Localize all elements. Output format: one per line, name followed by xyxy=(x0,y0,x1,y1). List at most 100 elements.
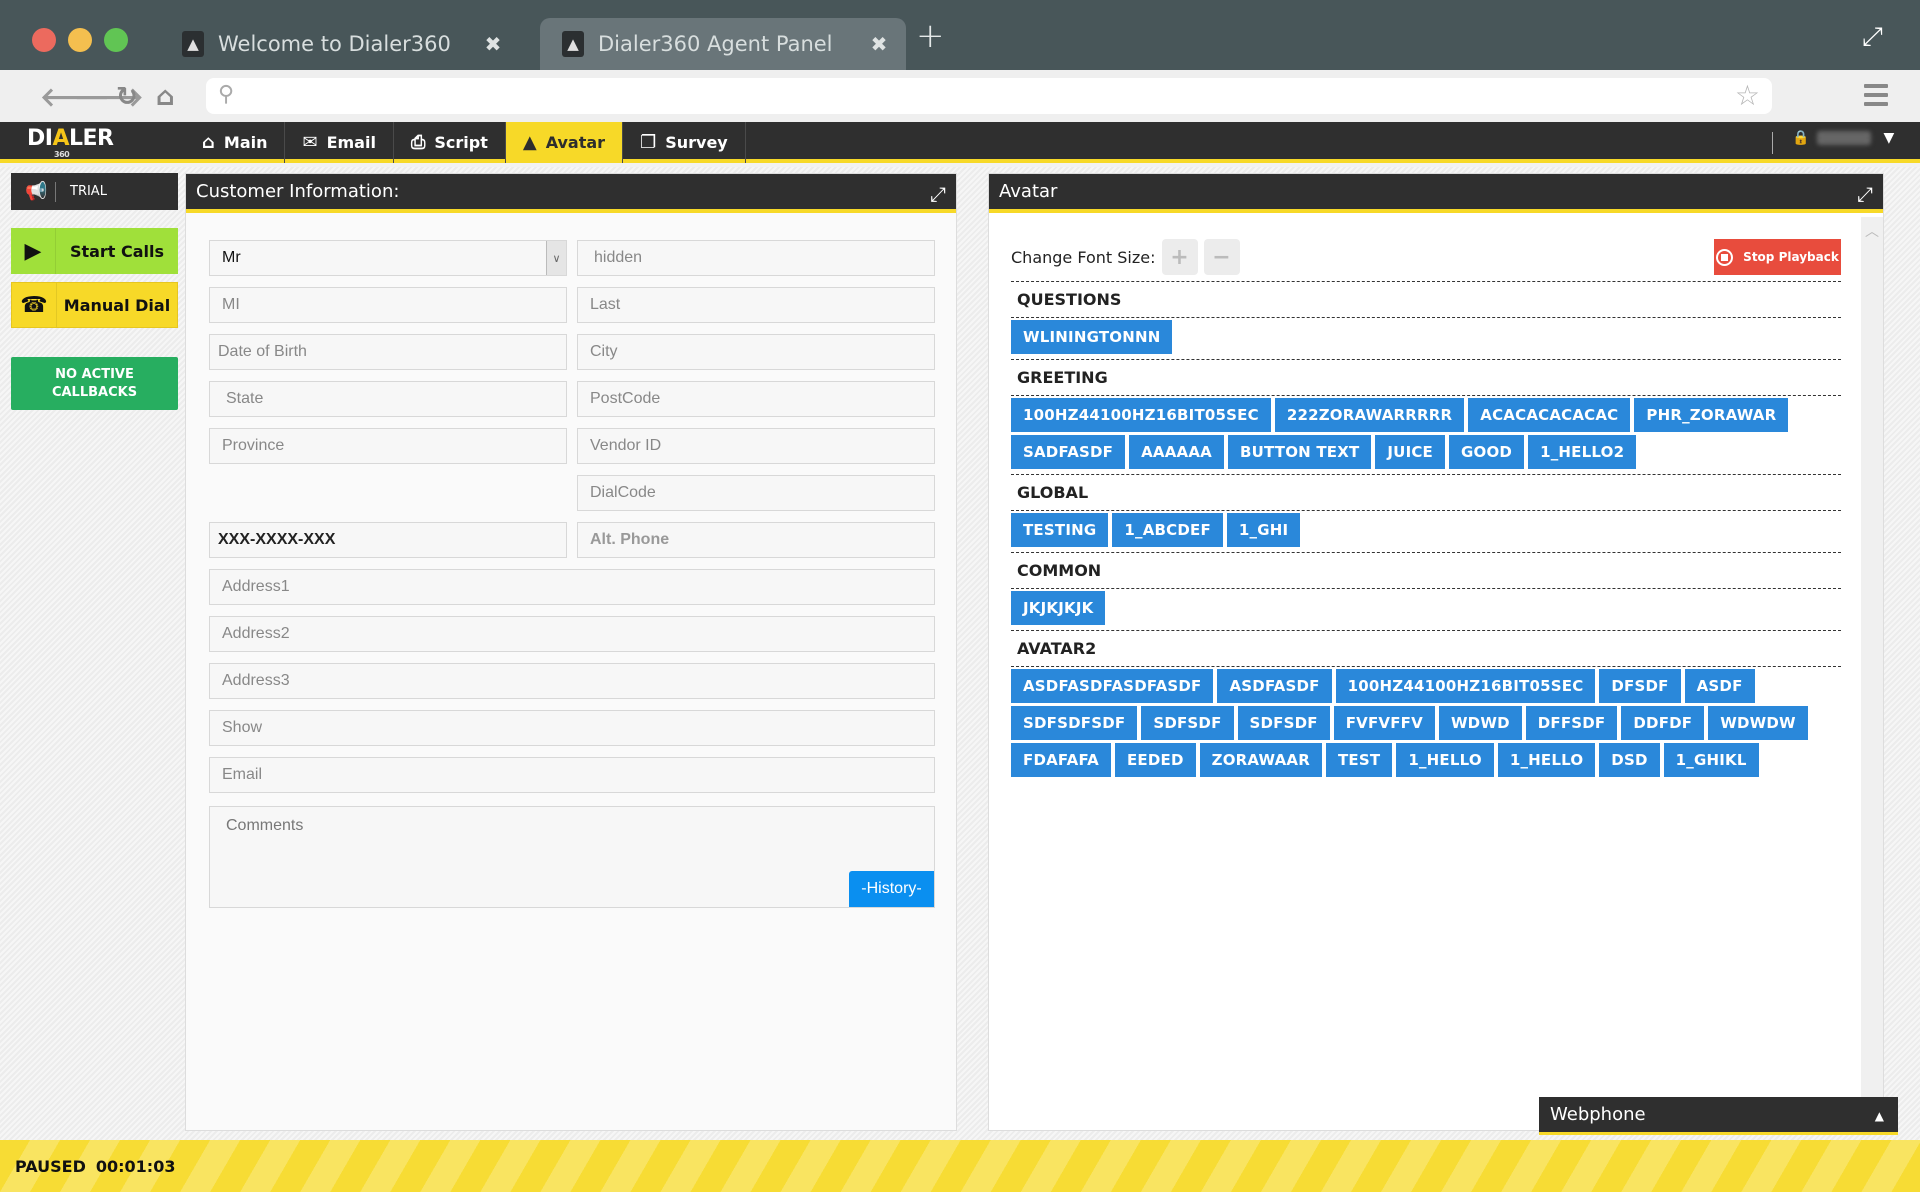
expand-icon[interactable]: ⤢ xyxy=(1857,182,1873,206)
reload-icon[interactable]: ↻ xyxy=(116,82,138,112)
avatar-audio-button[interactable]: DFSDF xyxy=(1599,669,1681,703)
section-buttons: JKJKJKJK xyxy=(1011,589,1841,630)
address2-field[interactable]: Address2 xyxy=(209,616,935,652)
avatar-audio-button[interactable]: WDWDW xyxy=(1708,706,1808,740)
avatar-audio-button[interactable]: WDWD xyxy=(1438,706,1522,740)
avatar-audio-button[interactable]: 1_GHI xyxy=(1226,513,1301,547)
avatar-audio-button[interactable]: 222ZORAWARRRRR xyxy=(1274,398,1465,432)
address1-field[interactable]: Address1 xyxy=(209,569,935,605)
avatar-audio-button[interactable]: ZORAWAAR xyxy=(1199,743,1322,777)
avatar-audio-button[interactable]: WLININGTONNN xyxy=(1011,320,1173,354)
caret-up-icon[interactable]: ▲ xyxy=(1875,1109,1884,1123)
panel-title: Avatar xyxy=(999,181,1058,202)
logo-sub: 360 xyxy=(54,150,70,159)
avatar-audio-button[interactable]: ACACACACACAC xyxy=(1468,398,1631,432)
script-file-icon: ⎙ xyxy=(410,132,426,153)
comments-textarea[interactable]: Comments -History- xyxy=(209,806,935,908)
callbacks-button[interactable]: NO ACTIVE CALLBACKS xyxy=(11,357,178,410)
agent-status: PAUSED xyxy=(15,1156,86,1176)
postcode-field[interactable]: PostCode xyxy=(577,381,935,417)
bookmark-star-icon[interactable]: ☆ xyxy=(1735,79,1760,112)
avatar-audio-button[interactable]: 1_ABCDEF xyxy=(1112,513,1223,547)
expand-icon[interactable]: ⤢ xyxy=(930,182,946,206)
show-field[interactable]: Show xyxy=(209,710,935,746)
stop-playback-button[interactable]: Stop Playback xyxy=(1714,239,1841,275)
browser-tab-agent-panel[interactable]: ▲ Dialer360 Agent Panel ✖ xyxy=(540,18,906,70)
user-menu[interactable]: 🔒 ▼ xyxy=(1792,130,1894,146)
avatar-audio-button[interactable]: 1_GHIKL xyxy=(1663,743,1759,777)
nav-tab-survey[interactable]: ❐ Survey xyxy=(623,122,746,163)
nav-tab-main[interactable]: ⌂ Main xyxy=(185,122,286,163)
avatar-audio-button[interactable]: SADFASDF xyxy=(1011,435,1126,469)
state-field[interactable]: State xyxy=(209,381,567,417)
alt-phone-field[interactable]: Alt. Phone xyxy=(577,522,935,558)
close-icon[interactable]: ✖ xyxy=(478,32,508,56)
avatar-audio-button[interactable]: FDAFAFA xyxy=(1011,743,1111,777)
avatar-audio-button[interactable]: SDFSDFSDF xyxy=(1011,706,1138,740)
envelope-icon: ✉ xyxy=(302,132,318,153)
close-icon[interactable]: ✖ xyxy=(864,32,894,56)
date-of-birth-field[interactable]: Date of Birth xyxy=(209,334,567,370)
province-field[interactable]: Province xyxy=(209,428,567,464)
browser-tab-welcome[interactable]: ▲ Welcome to Dialer360 ✖ xyxy=(180,18,520,70)
nav-tab-label: Email xyxy=(326,133,376,152)
avatar-audio-button[interactable]: ASDFASDF xyxy=(1217,669,1332,703)
avatar-audio-button[interactable]: EEDED xyxy=(1114,743,1196,777)
window-minimize-button[interactable] xyxy=(68,28,92,52)
avatar-audio-button[interactable]: FVFVFFV xyxy=(1333,706,1435,740)
phone-field[interactable]: XXX-XXXX-XXX xyxy=(209,522,567,558)
avatar-audio-button[interactable]: 1_HELLO2 xyxy=(1528,435,1637,469)
font-size-label: Change Font Size: xyxy=(1011,247,1156,267)
avatar-audio-button[interactable]: 1_HELLO xyxy=(1497,743,1596,777)
avatar-audio-button[interactable]: TEST xyxy=(1326,743,1393,777)
webphone-bar[interactable]: Webphone ▲ xyxy=(1539,1097,1898,1135)
avatar-audio-button[interactable]: TESTING xyxy=(1011,513,1109,547)
agent-user-icon: 🔒 xyxy=(1792,130,1810,146)
avatar-audio-button[interactable]: BUTTON TEXT xyxy=(1227,435,1372,469)
fullscreen-expand-icon[interactable]: ⤢ xyxy=(1862,22,1883,53)
increase-font-plus-icon[interactable]: + xyxy=(1161,239,1198,275)
dialcode-field[interactable]: DialCode xyxy=(577,475,935,511)
decrease-font-minus-icon[interactable]: − xyxy=(1203,239,1240,275)
history-button[interactable]: -History- xyxy=(849,871,934,907)
first-name-field[interactable]: hidden xyxy=(577,240,935,276)
avatar-audio-button[interactable]: 100HZ44100HZ16BIT05SEC xyxy=(1335,669,1596,703)
start-calls-button[interactable]: ▶ Start Calls xyxy=(11,228,178,274)
avatar-audio-button[interactable]: SDFSDF xyxy=(1237,706,1330,740)
scroll-up-chevron-icon[interactable]: ︿ xyxy=(1861,221,1883,241)
address3-field[interactable]: Address3 xyxy=(209,663,935,699)
home-icon[interactable]: ⌂ xyxy=(156,82,175,112)
city-field[interactable]: City xyxy=(577,334,935,370)
start-calls-label: Start Calls xyxy=(69,241,165,261)
window-maximize-button[interactable] xyxy=(104,28,128,52)
new-tab-plus-icon[interactable]: + xyxy=(916,16,945,56)
avatar-audio-button[interactable]: AAAAAA xyxy=(1129,435,1224,469)
avatar-audio-button[interactable]: DFFSDF xyxy=(1525,706,1618,740)
avatar-audio-button[interactable]: JUICE xyxy=(1375,435,1446,469)
avatar-scrollbar[interactable]: ︿ xyxy=(1861,217,1883,1130)
manual-dial-button[interactable]: ☎ Manual Dial xyxy=(11,282,178,328)
nav-tab-avatar[interactable]: ▲ Avatar xyxy=(505,122,624,163)
nav-tab-script[interactable]: ⎙ Script xyxy=(394,122,506,163)
avatar-audio-button[interactable]: ASDF xyxy=(1684,669,1755,703)
window-close-button[interactable] xyxy=(32,28,56,52)
avatar-audio-button[interactable]: SDFSDF xyxy=(1141,706,1234,740)
nav-tab-email[interactable]: ✉ Email xyxy=(285,122,394,163)
avatar-audio-button[interactable]: 1_HELLO xyxy=(1396,743,1494,777)
avatar-audio-button[interactable]: GOOD xyxy=(1449,435,1525,469)
vendor-id-field[interactable]: Vendor ID xyxy=(577,428,935,464)
title-select[interactable]: Mr ∨ xyxy=(209,240,567,276)
avatar-audio-button[interactable]: ASDFASDFASDFASDF xyxy=(1011,669,1214,703)
avatar-audio-button[interactable]: JKJKJKJK xyxy=(1011,591,1106,625)
nav-tab-label: Avatar xyxy=(545,133,606,152)
address-bar-input[interactable]: ⚲ ☆ xyxy=(206,78,1772,114)
chevron-down-icon: ∨ xyxy=(546,241,566,275)
avatar-audio-button[interactable]: DDFDF xyxy=(1621,706,1705,740)
avatar-audio-button[interactable]: PHR_ZORAWAR xyxy=(1634,398,1789,432)
mi-field[interactable]: MI xyxy=(209,287,567,323)
avatar-audio-button[interactable]: DSD xyxy=(1599,743,1660,777)
last-name-field[interactable]: Last xyxy=(577,287,935,323)
browser-menu-hamburger-icon[interactable] xyxy=(1864,84,1888,111)
email-field[interactable]: Email xyxy=(209,757,935,793)
avatar-audio-button[interactable]: 100HZ44100HZ16BIT05SEC xyxy=(1011,398,1271,432)
